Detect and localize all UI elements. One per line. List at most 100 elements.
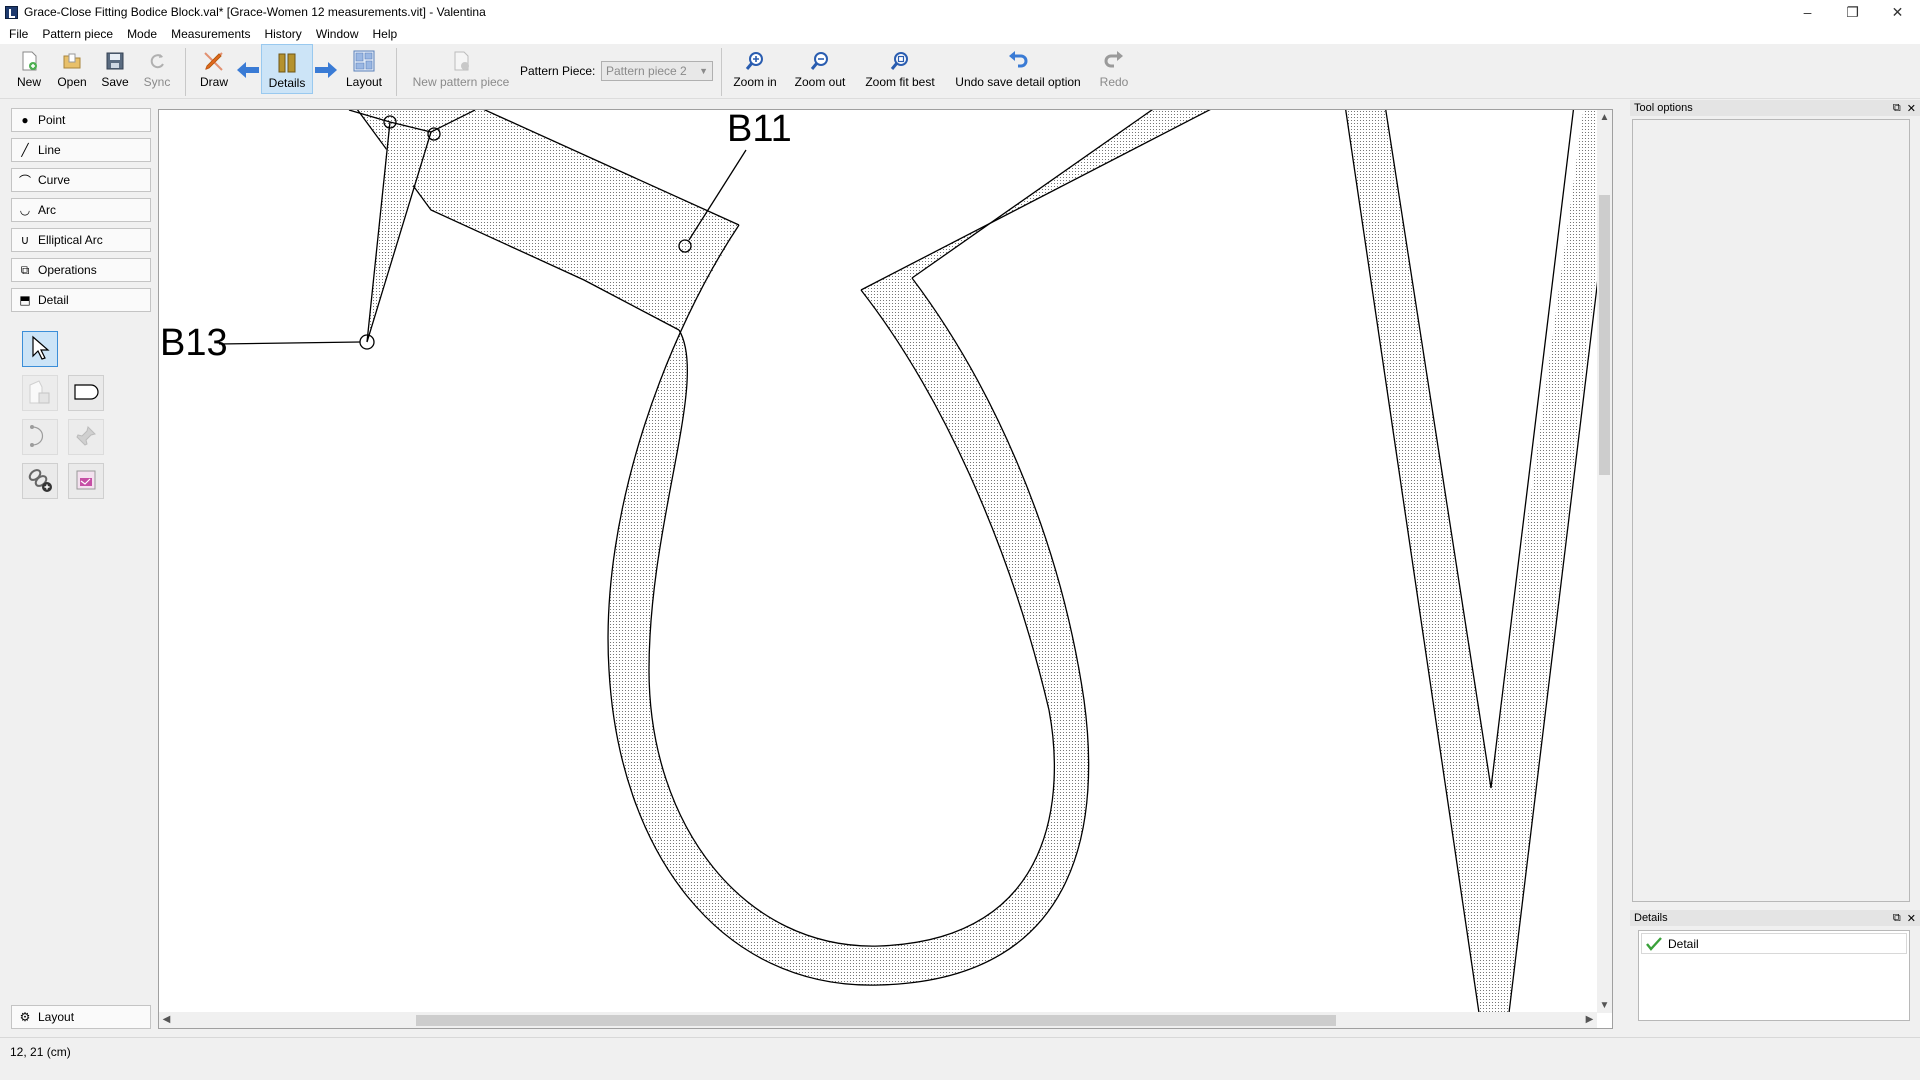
point-label-b13[interactable]: B13 (160, 322, 228, 365)
label-image-icon (74, 468, 98, 495)
menu-mode[interactable]: Mode (120, 24, 164, 44)
vertical-scroll-thumb[interactable] (1599, 195, 1610, 475)
window-title: Grace-Close Fitting Bodice Block.val* [G… (24, 5, 486, 19)
drawing-canvas[interactable]: B11 B13 (158, 109, 1613, 1029)
detail-list-item[interactable]: Detail (1641, 933, 1907, 954)
zoom-out-label: Zoom out (794, 75, 846, 89)
sync-label: Sync (143, 75, 171, 89)
armhole-seam-allowance (608, 225, 1089, 986)
insert-node-tool[interactable] (22, 463, 58, 499)
details-header: Details ⧉ ✕ (1630, 910, 1920, 926)
pattern-piece-label: Pattern Piece: (520, 64, 596, 78)
title-bar: Grace-Close Fitting Bodice Block.val* [G… (0, 0, 1920, 24)
scroll-up-icon[interactable]: ▲ (1597, 110, 1612, 125)
zoom-fit-icon (888, 49, 912, 73)
category-layout-button[interactable]: ⚙ Layout (11, 1005, 151, 1029)
new-button[interactable]: New (12, 44, 46, 94)
toolbar-separator (396, 48, 397, 96)
arrow-pointer-tool[interactable] (22, 331, 58, 367)
tool-options-dock: Tool options ⧉ ✕ (1630, 100, 1920, 908)
category-operations-button[interactable]: ⧉ Operations (11, 258, 151, 282)
menu-window[interactable]: Window (309, 24, 366, 44)
category-curve-button[interactable]: ⌒ Curve (11, 168, 151, 192)
draw-mode-button[interactable]: Draw (194, 44, 234, 94)
sync-icon (145, 49, 169, 73)
horizontal-scrollbar[interactable]: ◀ ▶ (159, 1012, 1597, 1028)
close-window-button[interactable]: ✕ (1875, 0, 1920, 24)
checkmark-icon[interactable] (1646, 936, 1662, 951)
maximize-button[interactable]: ❐ (1830, 0, 1875, 24)
details-mode-button[interactable]: Details (261, 44, 313, 94)
pattern-piece-value: Pattern piece 2 (606, 64, 687, 78)
redo-button[interactable]: Redo (1096, 44, 1132, 94)
category-label: Layout (38, 1010, 75, 1024)
float-dock-icon[interactable]: ⧉ (1893, 912, 1901, 925)
valentina-app-icon (5, 5, 18, 19)
union-details-tool[interactable] (22, 375, 58, 411)
pin-icon (74, 424, 98, 451)
seam-shape-icon (72, 381, 100, 406)
save-button[interactable]: Save (98, 44, 132, 94)
cursor-coordinates: 12, 21 (cm) (10, 1044, 71, 1059)
zoom-out-icon (808, 49, 832, 73)
open-button[interactable]: Open (54, 44, 90, 94)
tool-options-header: Tool options ⧉ ✕ (1630, 100, 1920, 116)
scroll-down-icon[interactable]: ▼ (1597, 998, 1612, 1013)
scroll-right-icon[interactable]: ▶ (1582, 1012, 1597, 1028)
menu-file[interactable]: File (2, 24, 35, 44)
scroll-left-icon[interactable]: ◀ (159, 1012, 174, 1028)
internal-path-tool[interactable] (22, 419, 58, 455)
draw-label: Draw (199, 75, 228, 89)
horizontal-scroll-thumb[interactable] (416, 1015, 1336, 1026)
float-dock-icon[interactable]: ⧉ (1893, 102, 1901, 115)
arrow-right-icon (314, 58, 338, 82)
redo-arrow-icon (1102, 49, 1126, 73)
undo-button[interactable]: Undo save detail option (948, 44, 1088, 94)
layout-sheet-icon (352, 49, 376, 73)
layout-mode-button[interactable]: Layout (342, 44, 386, 94)
close-dock-icon[interactable]: ✕ (1907, 912, 1916, 925)
previous-mode-arrow[interactable] (236, 44, 260, 94)
chevron-down-icon: ▼ (699, 66, 708, 76)
vertical-scrollbar[interactable]: ▲ ▼ (1597, 110, 1612, 1013)
v-dart-shape (1345, 110, 1599, 1013)
tool-options-title: Tool options (1634, 102, 1693, 114)
layout-gear-icon: ⚙ (19, 1010, 31, 1024)
zoom-fit-label: Zoom fit best (865, 75, 935, 89)
status-bar: 12, 21 (cm) (0, 1037, 1920, 1065)
category-detail-button[interactable]: ⬒ Detail (11, 288, 151, 312)
next-mode-arrow[interactable] (313, 44, 339, 94)
pattern-piece-select[interactable]: Pattern piece 2 ▼ (601, 61, 713, 81)
zoom-in-label: Zoom in (733, 75, 777, 89)
category-elliptical-arc-button[interactable]: ∪ Elliptical Arc (11, 228, 151, 252)
menu-help[interactable]: Help (366, 24, 405, 44)
zoom-out-button[interactable]: Zoom out (789, 44, 851, 94)
menu-history[interactable]: History (257, 24, 308, 44)
sync-button[interactable]: Sync (140, 44, 174, 94)
menu-pattern-piece[interactable]: Pattern piece (35, 24, 120, 44)
new-pattern-piece-icon (449, 49, 473, 73)
open-label: Open (57, 75, 87, 89)
category-point-button[interactable]: ● Point (11, 108, 151, 132)
zoom-in-icon (743, 49, 767, 73)
point-icon: ● (21, 113, 29, 127)
category-arc-button[interactable]: ◡ Arc (11, 198, 151, 222)
close-dock-icon[interactable]: ✕ (1907, 102, 1916, 115)
toolbar-separator (721, 48, 722, 96)
category-line-button[interactable]: ╱ Line (11, 138, 151, 162)
zoom-in-button[interactable]: Zoom in (728, 44, 782, 94)
point-label-b11[interactable]: B11 (727, 110, 792, 151)
minimize-button[interactable]: – (1785, 0, 1830, 24)
menu-bar: File Pattern piece Mode Measurements His… (0, 24, 1920, 44)
place-label-tool[interactable] (68, 463, 104, 499)
shoulder-seam-allowance (861, 110, 1210, 290)
details-pieces-icon (275, 50, 299, 74)
seam-allowance-tool[interactable] (68, 375, 104, 411)
zoom-fit-best-button[interactable]: Zoom fit best (858, 44, 942, 94)
arc-icon: ◡ (19, 203, 31, 217)
pin-tool[interactable] (68, 419, 104, 455)
main-toolbar: New Open Save Sync Draw Details Layout N… (0, 44, 1920, 99)
toolbar-separator (185, 48, 186, 96)
menu-measurements[interactable]: Measurements (164, 24, 257, 44)
new-pattern-piece-button[interactable]: New pattern piece (406, 44, 516, 94)
